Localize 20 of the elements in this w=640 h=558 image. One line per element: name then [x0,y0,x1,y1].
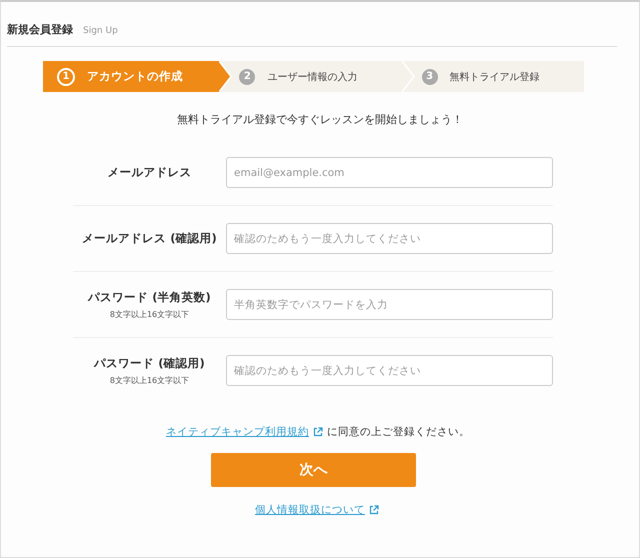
external-link-icon [369,505,379,515]
field-label: メールアドレス [108,165,192,180]
input-field[interactable]: 確認のためもう一度入力してください [226,355,553,386]
terms-link[interactable]: ネイティブキャンプ利用規約 [166,425,309,439]
field-note: 8文字以上16文字以下 [110,308,190,320]
input-field[interactable]: 半角英数字でパスワードを入力 [226,289,553,320]
input-field[interactable]: 確認のためもう一度入力してください [226,223,553,254]
next-button[interactable]: 次へ [211,453,416,487]
field-label: パスワード (半角英数) [88,290,211,304]
field-note: 8文字以上16文字以下 [110,374,190,386]
external-link-icon [313,427,323,437]
input-field[interactable]: email@example.com [226,157,553,188]
page-subtitle: Sign Up [83,26,118,36]
terms-text: に同意の上ご登録ください。 [327,425,470,439]
field-label: パスワード (確認用) [94,356,205,370]
privacy-link[interactable]: 個人情報取扱について [255,503,365,517]
field-label: メールアドレス (確認用) [82,231,217,246]
chevron-icon [219,61,232,92]
page-title: 新規会員登録 [7,22,73,37]
intro-text: 無料トライアル登録で今すぐレッスンを開始しましょう！ [176,112,464,127]
